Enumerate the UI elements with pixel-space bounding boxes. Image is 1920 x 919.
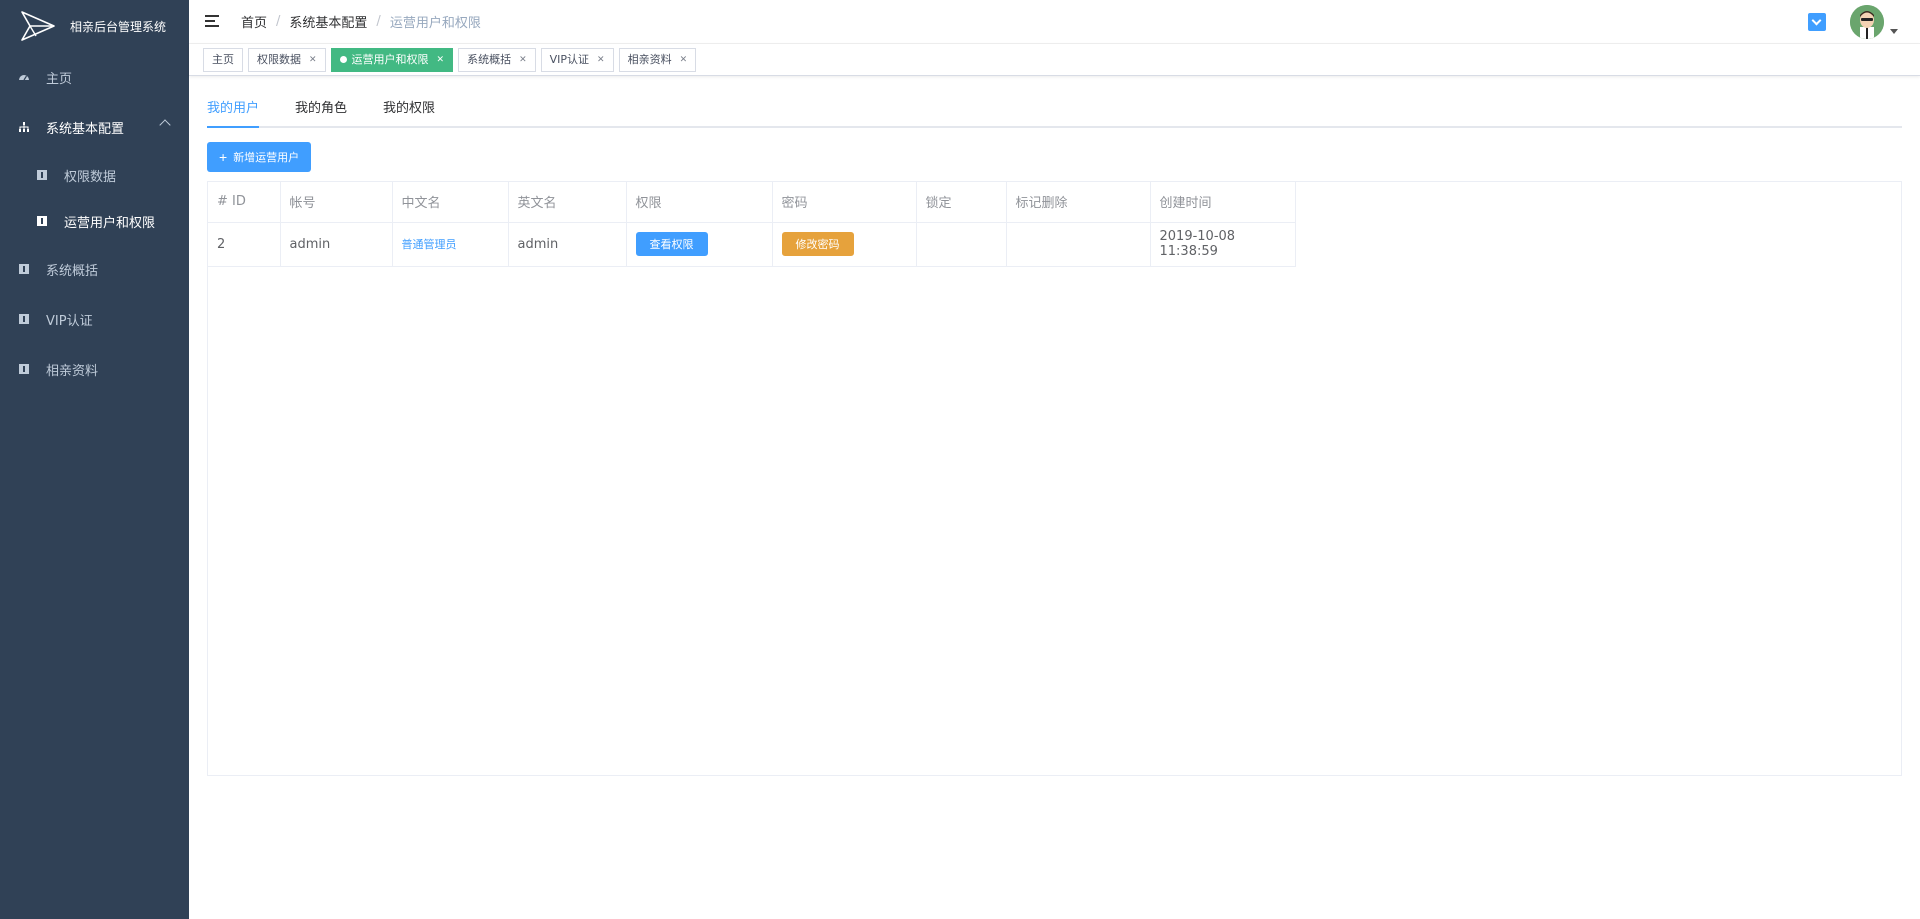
breadcrumb-item-home[interactable]: 首页	[241, 12, 267, 31]
sidebar-item-label: 相亲资料	[46, 363, 99, 379]
tag-label: 权限数据	[257, 52, 301, 66]
view-permission-button[interactable]: 查看权限	[635, 232, 708, 256]
tag-ops-users[interactable]: 运营用户和权限 ✕	[330, 47, 454, 72]
users-table: # ID 帐号 中文名 英文名 权限 密码 锁定 标记删除 创建时间 2 adm…	[208, 182, 1296, 267]
column-header-created[interactable]: 创建时间	[1150, 182, 1296, 223]
cell-account: admin	[280, 222, 393, 267]
cell-permission: 查看权限	[626, 222, 773, 267]
tag-label: 系统概括	[467, 52, 512, 66]
tag-label: 主页	[212, 52, 234, 66]
sidebar-item-label: 主页	[46, 71, 73, 87]
sidebar-item-system-config[interactable]: 系统基本配置	[0, 102, 189, 152]
close-icon[interactable]: ✕	[437, 49, 445, 71]
tag-dating-profiles[interactable]: 相亲资料 ✕	[618, 47, 697, 72]
column-header-en-name[interactable]: 英文名	[508, 182, 627, 223]
sidebar-item-label: VIP认证	[46, 313, 93, 329]
sitemap-icon	[19, 122, 29, 132]
tag-home[interactable]: 主页	[203, 47, 243, 72]
tab-my-users[interactable]: 我的用户	[207, 97, 259, 126]
column-header-deleted[interactable]: 标记删除	[1006, 182, 1151, 223]
avatar[interactable]	[1850, 5, 1884, 39]
doc-icon	[19, 364, 29, 374]
tags-view: 主页 权限数据 ✕ 运营用户和权限 ✕ 系统概括 ✕ VIP认证 ✕ 相亲资料 …	[189, 44, 1920, 76]
cell-password: 修改密码	[772, 222, 917, 267]
user-avatar-icon	[1850, 5, 1884, 39]
plus-icon: +	[219, 149, 228, 165]
tab-my-roles[interactable]: 我的角色	[295, 97, 347, 126]
tag-label: 相亲资料	[627, 52, 672, 66]
sidebar-item-ops-users[interactable]: 运营用户和权限	[0, 198, 189, 244]
sidebar-item-system-overview[interactable]: 系统概括	[0, 244, 189, 294]
column-header-account[interactable]: 帐号	[280, 182, 393, 223]
cn-name-link[interactable]: 普通管理员	[402, 238, 457, 251]
doc-icon	[19, 264, 29, 274]
cell-cn-name: 普通管理员	[392, 222, 509, 267]
breadcrumb-item-config[interactable]: 系统基本配置	[289, 12, 367, 31]
tag-label: 运营用户和权限	[351, 52, 429, 66]
chevron-up-icon	[159, 119, 171, 131]
sidebar-item-dating-profiles[interactable]: 相亲资料	[0, 344, 189, 394]
menu-toggle-icon[interactable]	[205, 15, 219, 28]
tag-system-overview[interactable]: 系统概括 ✕	[458, 47, 536, 72]
sidebar-item-label: 系统基本配置	[46, 121, 125, 137]
breadcrumb-separator: /	[276, 14, 281, 29]
column-header-id[interactable]: # ID	[208, 182, 281, 223]
sidebar-item-label: 系统概括	[46, 263, 99, 279]
tab-my-permissions[interactable]: 我的权限	[383, 97, 435, 126]
active-dot-icon	[339, 56, 347, 63]
doc-icon	[37, 216, 47, 226]
add-ops-user-label: 新增运营用户	[233, 152, 300, 164]
close-icon[interactable]: ✕	[519, 49, 527, 71]
sidebar-item-permission-data[interactable]: 权限数据	[0, 152, 189, 198]
doc-icon	[19, 314, 29, 324]
subtabs: 我的用户 我的角色 我的权限	[207, 88, 1902, 128]
tag-permission-data[interactable]: 权限数据 ✕	[248, 47, 326, 72]
table-header-row: # ID 帐号 中文名 英文名 权限 密码 锁定 标记删除 创建时间	[208, 182, 1296, 223]
breadcrumb: 首页 / 系统基本配置 / 运营用户和权限	[241, 12, 481, 31]
sidebar-item-vip[interactable]: VIP认证	[0, 294, 189, 344]
cell-created: 2019-10-08 11:38:59	[1150, 222, 1296, 267]
breadcrumb-item-current: 运营用户和权限	[389, 16, 481, 31]
tag-vip[interactable]: VIP认证 ✕	[540, 47, 614, 72]
sidebar-item-label: 运营用户和权限	[64, 215, 156, 231]
cell-locked	[916, 222, 1007, 267]
top-navbar: 首页 / 系统基本配置 / 运营用户和权限	[189, 0, 1920, 44]
column-header-permission[interactable]: 权限	[626, 182, 773, 223]
close-icon[interactable]: ✕	[597, 49, 605, 71]
sidebar-item-home[interactable]: 主页	[0, 52, 189, 102]
cell-en-name: admin	[508, 222, 627, 267]
dashboard-icon	[19, 75, 29, 81]
users-table-container: # ID 帐号 中文名 英文名 权限 密码 锁定 标记删除 创建时间 2 adm…	[207, 181, 1902, 776]
close-icon[interactable]: ✕	[309, 49, 317, 71]
main-content: 我的用户 我的角色 我的权限 + 新增运营用户 # ID 帐号 中文名 英文名 …	[207, 88, 1902, 776]
sidebar: 相亲后台管理系统 主页 系统基本配置 权限数据 运营用户和权限 系统概括 VIP…	[0, 0, 189, 919]
sidebar-item-label: 权限数据	[64, 169, 117, 185]
column-header-locked[interactable]: 锁定	[916, 182, 1007, 223]
close-icon[interactable]: ✕	[680, 49, 688, 71]
column-header-password[interactable]: 密码	[772, 182, 917, 223]
table-row: 2 admin 普通管理员 admin 查看权限 修改密码 2019-10-08…	[208, 222, 1296, 267]
caret-down-icon[interactable]	[1890, 28, 1898, 34]
active-tab-indicator	[207, 126, 259, 128]
change-password-button[interactable]: 修改密码	[781, 232, 854, 256]
cell-deleted	[1006, 222, 1151, 267]
cell-id: 2	[208, 222, 281, 267]
app-title: 相亲后台管理系统	[70, 19, 167, 34]
breadcrumb-separator: /	[376, 14, 381, 29]
column-header-cn-name[interactable]: 中文名	[392, 182, 509, 223]
header-right	[1808, 0, 1920, 44]
dropdown-toggle-icon[interactable]	[1808, 13, 1826, 31]
brand[interactable]: 相亲后台管理系统	[0, 0, 189, 52]
doc-icon	[37, 170, 47, 180]
tag-label: VIP认证	[549, 52, 590, 66]
add-ops-user-button[interactable]: + 新增运营用户	[207, 142, 312, 172]
paper-plane-logo-icon	[21, 11, 55, 41]
